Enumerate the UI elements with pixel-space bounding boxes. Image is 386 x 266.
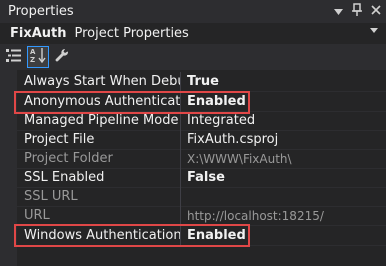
- property-value[interactable]: Integrated: [181, 113, 255, 128]
- property-row-pipeline-mode[interactable]: Managed Pipeline Mode Integrated: [17, 111, 386, 131]
- highlight-box-windows-auth: [14, 224, 250, 247]
- property-value[interactable]: http://localhost:18215/: [181, 209, 324, 223]
- svg-text:A: A: [30, 48, 36, 56]
- property-value[interactable]: FixAuth.csproj: [181, 132, 278, 147]
- property-row-ssl-url[interactable]: SSL URL: [17, 187, 386, 207]
- alphabetical-icon: A Z: [30, 47, 46, 67]
- property-row-project-folder[interactable]: Project Folder X:\WWW\FixAuth\: [17, 149, 386, 169]
- property-name: SSL URL: [24, 189, 78, 204]
- properties-title-bar: Properties: [0, 0, 386, 23]
- column-divider[interactable]: [180, 187, 181, 206]
- object-selector[interactable]: FixAuth Project Properties: [0, 23, 386, 44]
- property-row-url[interactable]: URL http://localhost:18215/: [17, 206, 386, 226]
- property-pages-button[interactable]: [52, 47, 72, 67]
- window-position-button[interactable]: [332, 3, 344, 19]
- property-value[interactable]: True: [181, 74, 219, 89]
- property-name: SSL Enabled: [24, 170, 105, 185]
- selected-object-type: Project Properties: [74, 26, 189, 41]
- svg-text:Z: Z: [30, 56, 35, 63]
- pin-icon: [352, 2, 362, 20]
- property-grid: Always Start When Debugging True Anonymo…: [0, 70, 386, 266]
- property-name: Project Folder: [24, 151, 113, 166]
- selected-object-name: FixAuth: [10, 26, 67, 41]
- dropdown-caret-icon: [370, 28, 378, 33]
- window-title: Properties: [8, 4, 74, 19]
- close-button[interactable]: [370, 3, 382, 19]
- property-row-ssl-enabled[interactable]: SSL Enabled False: [17, 168, 386, 188]
- categorized-icon: [6, 48, 22, 67]
- pin-button[interactable]: [351, 2, 363, 20]
- highlight-box-anonymous-auth: [14, 91, 250, 114]
- close-icon: [371, 4, 381, 18]
- properties-toolbar: A Z: [0, 44, 386, 70]
- property-row-always-start[interactable]: Always Start When Debugging True: [17, 72, 386, 92]
- property-name: Always Start When Debugging: [24, 74, 180, 89]
- window-controls: [332, 2, 382, 20]
- property-value[interactable]: X:\WWW\FixAuth\: [181, 152, 292, 166]
- property-name: URL: [24, 208, 50, 223]
- categorized-button[interactable]: [4, 47, 24, 67]
- property-row-project-file[interactable]: Project File FixAuth.csproj: [17, 130, 386, 150]
- chevron-down-icon: [333, 4, 343, 18]
- wrench-icon: [55, 48, 69, 67]
- property-name: Project File: [24, 132, 95, 147]
- property-name: Managed Pipeline Mode: [24, 113, 179, 128]
- property-value[interactable]: False: [181, 170, 225, 185]
- alphabetical-button[interactable]: A Z: [27, 46, 49, 68]
